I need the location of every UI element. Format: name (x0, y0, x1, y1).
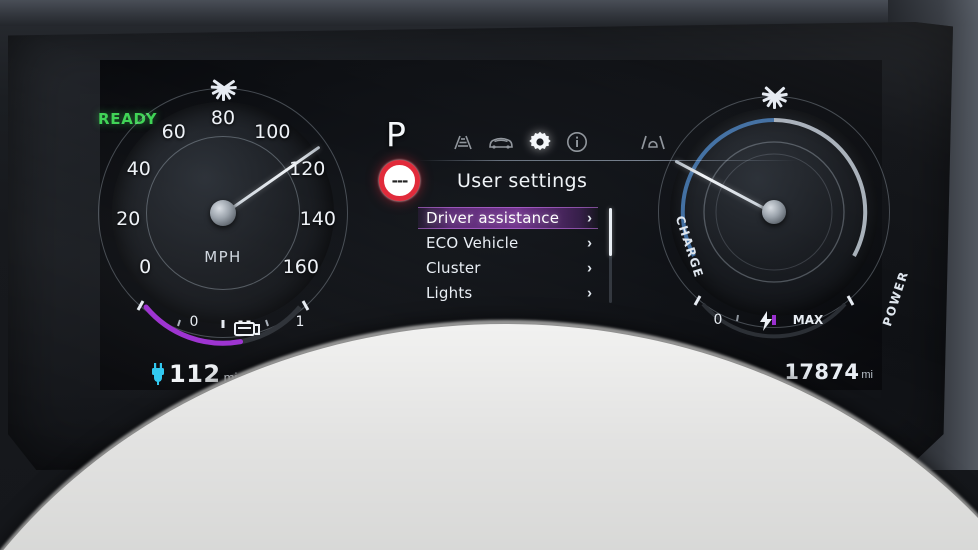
menu-item-label: Driver assistance (426, 209, 560, 227)
chevron-right-icon: › (587, 234, 592, 252)
road-lines-icon[interactable] (452, 133, 474, 156)
menu-item-label: ECO Vehicle (426, 234, 519, 252)
settings-menu: Driver assistance › ECO Vehicle › Cluster › Li… (418, 207, 598, 307)
power-gauge-bottom-arc (693, 295, 855, 339)
battery-gauge-arc (136, 300, 310, 346)
odometer-unit: mi (861, 369, 873, 381)
odometer: 17874 mi (784, 360, 873, 384)
power-gauge-min-label: 0 (713, 312, 723, 328)
charging-plug-icon (152, 363, 164, 385)
menu-scrollbar[interactable] (609, 208, 612, 303)
lightning-bolt-icon (760, 311, 772, 331)
gear-icon[interactable] (528, 130, 552, 159)
menu-divider (418, 160, 798, 161)
lane-departure-icon[interactable] (638, 133, 668, 156)
gear-indicator: P (386, 115, 406, 154)
speed-limit-sign: --- (379, 160, 420, 201)
battery-gauge-min-label: 0 (189, 314, 199, 330)
menu-scrollbar-thumb[interactable] (609, 208, 612, 256)
power-gauge-max-label: MAX (792, 313, 824, 327)
menu-item-cluster[interactable]: Cluster › (418, 257, 598, 279)
chevron-right-icon: › (587, 284, 592, 302)
menu-item-driver-assistance[interactable]: Driver assistance › (418, 207, 598, 229)
battery-gauge-max-label: 1 (295, 314, 305, 330)
vehicle-front-icon[interactable] (488, 133, 514, 156)
menu-item-eco-vehicle[interactable]: ECO Vehicle › (418, 232, 598, 254)
info-circle-icon[interactable] (566, 131, 588, 158)
menu-item-label: Cluster (426, 259, 481, 277)
speed-limit-value: --- (391, 171, 409, 190)
dashboard-top-edge (0, 0, 978, 26)
chevron-right-icon: › (587, 209, 592, 227)
odometer-value: 17874 (784, 360, 860, 384)
menu-icon-row (452, 130, 668, 159)
dashboard-photo: READY 0 20 40 60 80 100 120 140 160 MPH 0 1 (0, 0, 978, 550)
battery-icon (234, 320, 260, 336)
menu-item-label: Lights (426, 284, 473, 302)
menu-title: User settings (457, 170, 588, 192)
chevron-right-icon: › (587, 259, 592, 277)
menu-item-lights[interactable]: Lights › (418, 282, 598, 304)
